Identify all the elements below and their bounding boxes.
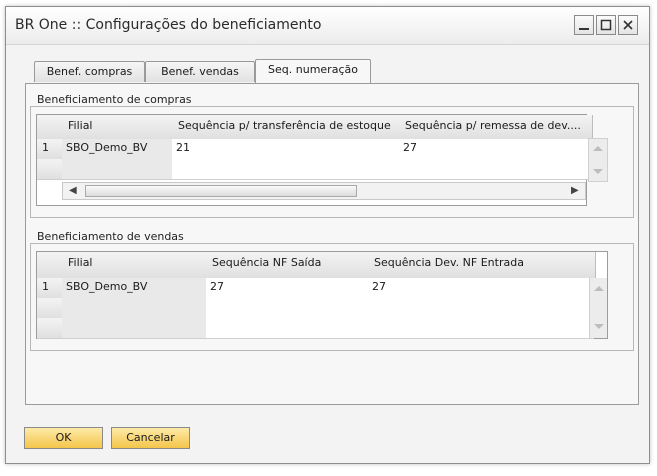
tab-benef-vendas[interactable]: Benef. vendas [145,61,255,82]
maximize-icon [600,19,612,31]
cell-empty [62,298,211,319]
cell-seq-dev-nf-entrada[interactable]: 27 [368,278,594,299]
cell-filial: SBO_Demo_BV [62,278,211,299]
cancel-button[interactable]: Cancelar [111,427,190,449]
minimize-button[interactable] [574,15,594,35]
title-bar: BR One :: Configurações do beneficiament… [6,7,649,45]
cell-seq-nf-saida[interactable]: 27 [206,278,373,299]
cell-filial: SBO_Demo_BV [62,139,177,160]
cell-seq-transferencia[interactable]: 21 [172,139,404,160]
scroll-right-icon[interactable]: ▶ [571,185,579,196]
vendas-group-label: Beneficiamento de vendas [37,230,184,243]
compras-vertical-scrollbar[interactable] [588,138,608,182]
maximize-button[interactable] [596,15,616,35]
close-button[interactable] [618,15,638,35]
tab-benef-compras[interactable]: Benef. compras [34,61,145,82]
tab-seq-numeracao[interactable]: Seq. numeração [255,59,371,83]
cell-empty[interactable] [399,159,591,180]
cell-seq-remessa[interactable]: 27 [399,139,591,160]
window-title: BR One :: Configurações do beneficiament… [15,17,322,33]
compras-horizontal-scrollbar[interactable]: ◀ ▶ [62,182,586,200]
ok-button[interactable]: OK [24,427,103,449]
scroll-arrows-icon [594,286,604,329]
compras-group-label: Beneficiamento de compras [37,93,192,106]
col-header-seq-dev-nf-entrada[interactable]: Sequência Dev. NF Entrada [368,252,596,279]
cell-empty [62,318,211,339]
col-header-filial[interactable]: Filial [62,115,179,140]
scroll-arrows-icon [593,146,603,174]
minimize-icon [579,28,589,30]
cell-empty[interactable] [172,159,404,180]
scroll-thumb[interactable] [85,185,357,197]
cell-empty[interactable] [206,318,373,339]
col-header-seq-transferencia[interactable]: Sequência p/ transferência de estoque [172,115,406,140]
col-header-seq-nf-saida[interactable]: Sequência NF Saída [206,252,375,279]
scroll-left-icon[interactable]: ◀ [69,185,77,196]
cell-empty[interactable] [368,318,594,339]
vendas-vertical-scrollbar[interactable] [589,278,607,338]
close-icon [623,20,633,30]
cell-empty[interactable] [368,298,594,319]
compras-grid: Filial Sequência p/ transferência de est… [36,114,593,206]
col-header-filial[interactable]: Filial [62,252,213,279]
cell-empty[interactable] [206,298,373,319]
cell-empty [62,159,177,180]
col-header-seq-remessa[interactable]: Sequência p/ remessa de dev.... [399,115,593,140]
vendas-grid: Filial Sequência NF Saída Sequência Dev.… [36,251,608,339]
